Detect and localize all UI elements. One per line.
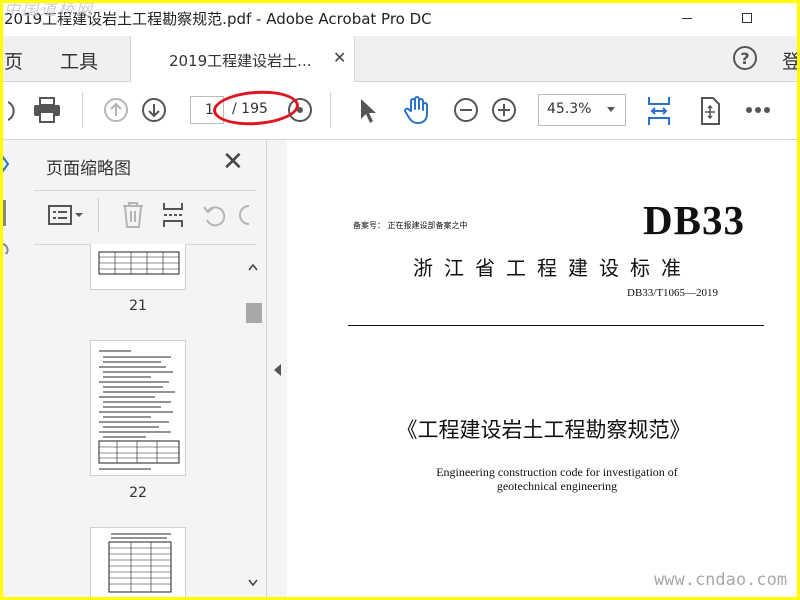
page-thumbnail[interactable] bbox=[90, 340, 186, 476]
nav-pane-icons[interactable] bbox=[0, 140, 24, 280]
thumbnail-label: 22 bbox=[129, 485, 147, 501]
toolbar-separator bbox=[82, 92, 83, 128]
zoom-value: 45.3% bbox=[547, 101, 592, 117]
minimize-icon bbox=[682, 17, 692, 19]
watermark-bottom: www.cndao.com bbox=[654, 570, 788, 590]
tab-bar: 页 工具 2019工程建设岩土... ✕ ? 登 bbox=[0, 36, 800, 82]
select-pointer-icon[interactable] bbox=[356, 96, 380, 126]
thumbnail-label: 21 bbox=[129, 298, 147, 314]
document-title-en: Engineering construction code for invest… bbox=[287, 465, 800, 493]
thumbnail-options-icon[interactable] bbox=[46, 200, 86, 230]
standard-name: 浙江省工程建设标准 bbox=[413, 256, 692, 280]
minimize-button[interactable] bbox=[664, 4, 710, 32]
standard-code: DB33/T1065—2019 bbox=[627, 287, 719, 299]
page-thumbnail[interactable] bbox=[90, 244, 186, 290]
collapse-panel-handle[interactable] bbox=[267, 140, 287, 600]
filing-note: 备案号： 正在报建设部备案之中 bbox=[353, 221, 468, 230]
scroll-up-icon[interactable] bbox=[248, 260, 258, 274]
print-icon[interactable] bbox=[30, 94, 64, 126]
scroll-down-icon[interactable] bbox=[248, 576, 258, 590]
close-icon[interactable]: ✕ bbox=[222, 148, 244, 176]
close-tab-icon[interactable]: ✕ bbox=[333, 48, 346, 67]
horizontal-rule bbox=[348, 325, 764, 326]
title-en-line: Engineering construction code for invest… bbox=[436, 465, 678, 479]
document-title-cn: 《工程建设岩土工程勘察规范》 bbox=[396, 418, 691, 442]
thumbnail-scrollbar[interactable] bbox=[244, 250, 262, 600]
tab-document[interactable]: 2019工程建设岩土... ✕ bbox=[130, 36, 355, 82]
watermark-top: 中国道桥网 bbox=[4, 0, 95, 19]
page-up-icon[interactable] bbox=[102, 96, 130, 124]
toolbar-separator bbox=[330, 92, 331, 128]
zoom-select[interactable]: 45.3% bbox=[538, 94, 626, 126]
title-bar: 2019工程建设岩土工程勘察规范.pdf - Adobe Acrobat Pro… bbox=[0, 0, 800, 36]
page-down-icon[interactable] bbox=[140, 96, 168, 124]
help-icon[interactable]: ? bbox=[733, 46, 757, 70]
zoom-out-icon[interactable] bbox=[452, 96, 480, 124]
thumbnail-panel: 页面缩略图 ✕ 21 22 bbox=[24, 140, 267, 600]
delete-page-icon[interactable] bbox=[118, 200, 148, 230]
panel-divider bbox=[34, 190, 256, 191]
undo-icon[interactable] bbox=[200, 200, 230, 230]
main-toolbar: 1 / 195 45.3% bbox=[0, 82, 800, 140]
chevron-down-icon bbox=[607, 107, 615, 112]
panel-title: 页面缩略图 bbox=[46, 159, 131, 179]
fit-page-icon[interactable] bbox=[644, 94, 674, 128]
title-en-line: geotechnical engineering bbox=[496, 479, 618, 493]
partial-icon bbox=[8, 100, 16, 122]
db-mark: DB33 bbox=[643, 197, 745, 243]
maximize-button[interactable] bbox=[724, 4, 770, 32]
zoom-in-icon[interactable] bbox=[490, 96, 518, 124]
maximize-icon bbox=[742, 13, 752, 23]
document-tab-label: 2019工程建设岩土... bbox=[169, 52, 312, 70]
more-icon[interactable] bbox=[744, 100, 772, 120]
scrollbar-thumb[interactable] bbox=[246, 303, 262, 323]
tab-tools[interactable]: 工具 bbox=[60, 47, 98, 74]
redo-icon[interactable] bbox=[238, 200, 252, 230]
page-thumbnail[interactable] bbox=[90, 527, 186, 600]
hand-tool-icon[interactable] bbox=[400, 94, 434, 126]
insert-page-icon[interactable] bbox=[158, 200, 188, 230]
tab-home[interactable]: 页 bbox=[4, 47, 23, 74]
panel-separator bbox=[98, 198, 99, 232]
navigation-strip bbox=[0, 140, 24, 600]
rotate-view-icon[interactable] bbox=[694, 94, 724, 128]
sign-in-link[interactable]: 登 bbox=[782, 47, 800, 74]
document-page[interactable]: 备案号： 正在报建设部备案之中 DB33 浙江省工程建设标准 DB33/T106… bbox=[287, 140, 800, 600]
chevron-left-icon bbox=[274, 364, 281, 376]
